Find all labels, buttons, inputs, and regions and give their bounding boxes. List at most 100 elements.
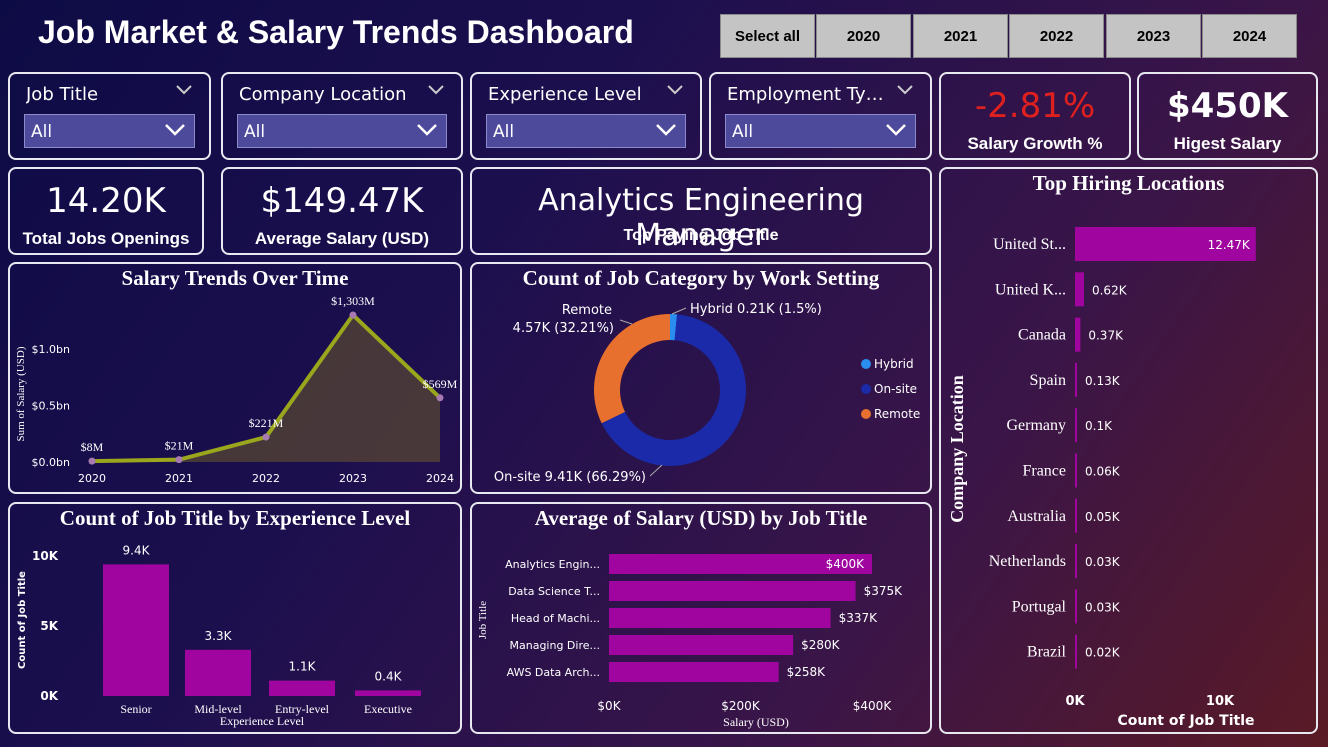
kpi-label: Higest Salary	[1173, 134, 1282, 153]
y-tick-label: Head of Machi...	[511, 612, 600, 625]
x-tick-label: Senior	[120, 702, 151, 716]
experience-level-dropdown[interactable]: All	[486, 114, 686, 148]
bar	[355, 690, 421, 696]
experience-level-chart: Count of Job Title by Experience Level C…	[8, 502, 462, 734]
data-label: 0.62K	[1092, 283, 1128, 297]
data-point	[88, 457, 96, 465]
salary-trends-chart: Salary Trends Over Time Sum of Salary (U…	[8, 262, 462, 494]
chevron-down-icon[interactable]	[896, 84, 914, 96]
work-setting-chart: Count of Job Category by Work Setting Hy…	[470, 262, 932, 494]
slicer-job-title: Job Title All	[8, 72, 211, 160]
chevron-down-icon[interactable]	[175, 84, 193, 96]
legend-entry: On-site	[874, 382, 917, 396]
data-label: 0.03K	[1085, 600, 1121, 614]
data-label: $400K	[826, 557, 866, 571]
page-title: Job Market & Salary Trends Dashboard	[38, 14, 634, 50]
x-tick-label: Executive	[364, 702, 412, 716]
y-axis-label: Company Location	[947, 375, 967, 523]
leader-line	[619, 319, 633, 325]
chevron-down-icon	[165, 124, 185, 136]
bar	[609, 581, 856, 601]
y-tick-label: France	[1022, 463, 1066, 480]
year-button-2023[interactable]: 2023	[1106, 14, 1201, 58]
chevron-down-icon[interactable]	[427, 84, 445, 96]
year-button-select-all[interactable]: Select all	[720, 14, 815, 58]
data-label: 0.05K	[1085, 510, 1121, 524]
year-button-2021[interactable]: 2021	[913, 14, 1008, 58]
x-tick-label: 10K	[1206, 694, 1235, 709]
chevron-down-icon	[886, 124, 906, 136]
bar	[269, 680, 335, 696]
x-axis-label: Count of Job Title	[1117, 713, 1254, 729]
slice-label-remote-value: 4.57K (32.21%)	[513, 321, 614, 336]
data-label: 3.3K	[205, 629, 233, 643]
y-tick-label: Australia	[1007, 508, 1066, 525]
chevron-down-icon[interactable]	[666, 84, 684, 96]
bar	[1075, 498, 1077, 533]
data-label: $337K	[839, 611, 879, 625]
bar	[1075, 317, 1081, 352]
kpi-total-jobs: 14.20K Total Jobs Openings	[8, 167, 204, 255]
slicer-label: Experience Level	[488, 84, 642, 105]
data-point	[175, 456, 183, 464]
job-title-dropdown[interactable]: All	[24, 114, 195, 148]
year-button-2020[interactable]: 2020	[816, 14, 911, 58]
slice-label-hybrid: Hybrid 0.21K (1.5%)	[690, 302, 822, 317]
dropdown-value: All	[244, 122, 266, 142]
dropdown-value: All	[732, 122, 754, 142]
x-axis-label: Salary (USD)	[723, 715, 789, 729]
legend-entry: Hybrid	[874, 357, 914, 371]
y-tick-label: 0K	[40, 689, 58, 703]
data-label: 0.02K	[1085, 646, 1121, 660]
kpi-label: Total Jobs Openings	[22, 229, 190, 248]
data-label: 0.1K	[1085, 419, 1113, 433]
top-hiring-locations-plot: Company Location United St... 12.47K United…	[947, 227, 1256, 729]
y-tick-label: $0.5bn	[32, 400, 70, 413]
data-label: $280K	[801, 638, 841, 652]
bar	[609, 608, 831, 628]
data-label: $375K	[864, 584, 904, 598]
bar	[609, 662, 779, 682]
legend-marker	[861, 384, 871, 394]
data-label: $258K	[787, 665, 827, 679]
company-location-dropdown[interactable]: All	[237, 114, 447, 148]
top-hiring-locations-chart: Top Hiring Locations Company Location Uni…	[939, 167, 1318, 734]
x-tick-label: 2021	[165, 472, 193, 485]
work-setting-plot: Hybrid 0.21K (1.5%) Remote 4.57K (32.21%) O…	[494, 302, 920, 485]
data-label: 0.37K	[1088, 329, 1124, 343]
data-point	[262, 433, 270, 441]
employment-type-dropdown[interactable]: All	[725, 114, 916, 148]
slicer-employment-type: Employment Ty… All	[709, 72, 932, 160]
kpi-average-salary: $149.47K Average Salary (USD)	[221, 167, 463, 255]
y-tick-label: Managing Dire...	[510, 639, 601, 652]
y-tick-label: Canada	[1018, 327, 1066, 344]
year-button-2022[interactable]: 2022	[1009, 14, 1104, 58]
y-tick-label: United St...	[993, 236, 1066, 253]
bar	[1075, 453, 1077, 488]
x-tick-label: $0K	[597, 699, 621, 713]
kpi-value: $149.47K	[260, 181, 424, 221]
data-label: 12.47K	[1208, 238, 1251, 252]
bar	[1075, 362, 1077, 397]
kpi-value: 14.20K	[46, 181, 166, 221]
data-point	[436, 394, 444, 402]
slice-label-remote: Remote	[562, 303, 612, 318]
y-axis-label: Job Title	[477, 601, 489, 639]
y-tick-label: $0.0bn	[32, 456, 70, 469]
x-axis-label: Experience Level	[220, 714, 305, 728]
legend-marker	[861, 409, 871, 419]
slice-label-onsite: On-site 9.41K (66.29%)	[494, 470, 646, 485]
y-tick-label: United K...	[995, 281, 1066, 298]
x-tick-label: 2023	[339, 472, 367, 485]
y-tick-label: Netherlands	[989, 553, 1066, 570]
year-button-2024[interactable]: 2024	[1202, 14, 1297, 58]
data-label: 0.13K	[1085, 374, 1121, 388]
data-label: 9.4K	[123, 543, 151, 557]
kpi-label: Salary Growth %	[967, 134, 1103, 153]
data-label: 1.1K	[289, 660, 317, 674]
kpi-salary-growth: -2.81% Salary Growth %	[939, 72, 1131, 160]
kpi-value: -2.81%	[974, 86, 1096, 126]
bar	[103, 564, 169, 696]
bar	[1075, 634, 1077, 669]
bar	[1075, 589, 1077, 624]
